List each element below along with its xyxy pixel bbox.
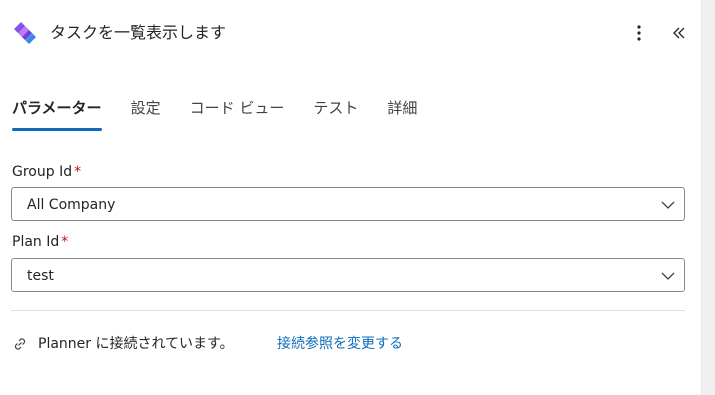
more-vertical-icon	[637, 25, 641, 41]
scrollbar[interactable]	[701, 0, 715, 395]
panel-header: タスクを一覧表示します	[0, 0, 701, 64]
page-title: タスクを一覧表示します	[50, 23, 227, 42]
power-automate-logo-icon	[14, 22, 36, 44]
tab-bar: パラメーター 設定 コード ビュー テスト 詳細	[12, 92, 446, 134]
group-id-dropdown[interactable]: All Company	[11, 187, 685, 221]
tab-settings[interactable]: 設定	[131, 92, 161, 134]
tab-test[interactable]: テスト	[313, 92, 358, 134]
group-id-label-text: Group Id	[12, 164, 73, 180]
collapse-panel-button[interactable]	[668, 22, 690, 44]
chevron-down-icon	[661, 201, 675, 209]
tab-details[interactable]: 詳細	[387, 92, 417, 134]
change-connection-link[interactable]: 接続参照を変更する	[277, 334, 403, 354]
group-id-value: All Company	[27, 197, 116, 213]
group-id-label: Group Id *	[12, 162, 81, 182]
plan-id-label-text: Plan Id	[12, 234, 60, 250]
action-details-panel: タスクを一覧表示します パラメーター 設定 コード ビュー テスト 詳細 Gro…	[0, 0, 701, 395]
required-marker: *	[61, 234, 69, 250]
tab-code-view[interactable]: コード ビュー	[190, 92, 285, 134]
tab-parameters[interactable]: パラメーター	[12, 92, 102, 134]
link-icon	[14, 338, 26, 350]
required-marker: *	[74, 164, 82, 180]
plan-id-value: test	[27, 268, 54, 284]
more-options-button[interactable]	[628, 22, 650, 44]
chevron-down-icon	[661, 272, 675, 280]
plan-id-dropdown[interactable]: test	[11, 258, 685, 292]
double-chevron-left-icon	[673, 27, 685, 39]
divider	[11, 310, 685, 311]
plan-id-label: Plan Id *	[12, 232, 68, 252]
connection-status-text: Planner に接続されています。	[38, 336, 234, 352]
